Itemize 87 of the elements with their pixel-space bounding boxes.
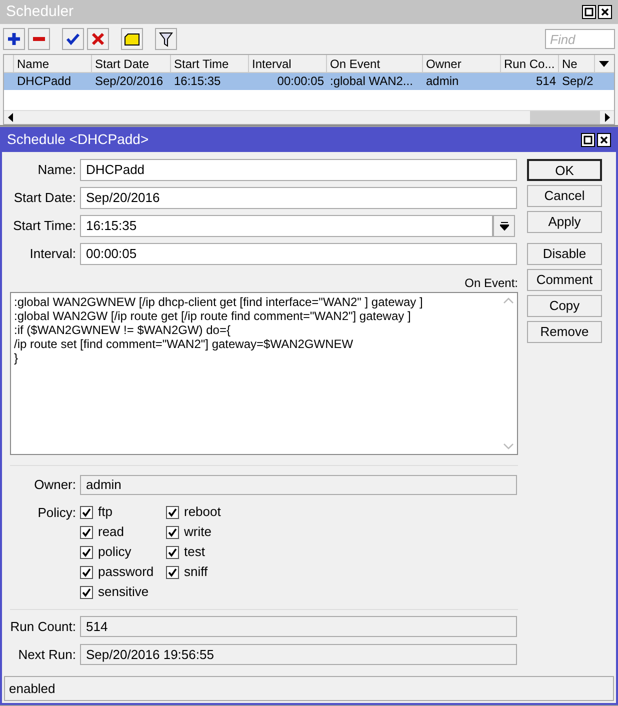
input-field[interactable]: Sep/20/2016 <box>80 187 517 209</box>
checkbox-label: sensitive <box>98 583 149 602</box>
field-label: Start Time: <box>12 217 76 236</box>
note-button[interactable] <box>121 28 143 50</box>
dialog-button[interactable]: Apply <box>527 211 602 233</box>
plus-button[interactable] <box>3 28 25 50</box>
checkbox[interactable] <box>80 506 93 518</box>
checkbox[interactable] <box>80 526 93 538</box>
checkbox[interactable] <box>166 566 179 578</box>
checkbox-label: read <box>98 523 124 542</box>
status-text: enabled <box>9 680 56 698</box>
table-cell-text: :global WAN2... <box>329 73 414 90</box>
check-button[interactable] <box>62 28 84 50</box>
checkbox-label: password <box>98 563 154 582</box>
field-label: Next Run: <box>17 646 76 664</box>
close-icon <box>598 5 612 19</box>
field-label: On Event: <box>464 276 518 290</box>
field-label: Name: <box>36 161 76 180</box>
readonly-field: 514 <box>80 616 517 637</box>
checkbox[interactable] <box>80 546 93 558</box>
field-label: Policy: <box>36 504 76 521</box>
checkbox[interactable] <box>80 566 93 578</box>
close-icon <box>597 132 611 146</box>
table-cell-text: admin <box>425 73 460 90</box>
checkbox-label: ftp <box>98 503 112 522</box>
horizontal-scrollbar[interactable] <box>4 110 614 124</box>
table-cell-text: Sep/2 <box>561 73 594 90</box>
scrollbar-thumb[interactable] <box>530 111 600 124</box>
column-header[interactable]: Start Date <box>92 55 171 72</box>
check-icon <box>66 32 80 46</box>
checkbox[interactable] <box>166 506 179 518</box>
checkbox[interactable] <box>166 546 179 558</box>
checkbox-label: write <box>184 523 212 542</box>
dialog-button[interactable]: Remove <box>527 321 602 343</box>
column-header[interactable]: Interval <box>249 55 327 72</box>
table-cell-text: DHCPadd <box>16 73 72 90</box>
note-icon <box>124 32 140 46</box>
column-header[interactable]: Ne <box>559 55 595 72</box>
input-field[interactable]: DHCPadd <box>80 159 517 181</box>
code-line: /ip route set [find comment="WAN2"] gateway=$WAN2GWNEW <box>14 337 354 351</box>
dialog-button[interactable]: OK <box>527 159 602 181</box>
find-field[interactable]: Find <box>545 29 615 49</box>
dialog-button[interactable]: Comment <box>527 269 602 291</box>
minus-button[interactable] <box>28 28 50 50</box>
code-line: :if ($WAN2GWNEW != $WAN2GW) do={ <box>14 323 232 337</box>
input-field[interactable]: 00:00:05 <box>80 243 517 265</box>
checkbox-label: test <box>184 543 205 562</box>
checkbox-label: sniff <box>184 563 208 582</box>
checkbox-label: reboot <box>184 503 221 522</box>
table-cell-text: 514 <box>534 73 557 90</box>
filter-icon <box>159 32 173 46</box>
code-line: } <box>14 351 20 365</box>
dialog-button[interactable]: Cancel <box>527 185 602 207</box>
input-field[interactable]: 16:15:35 <box>80 215 493 237</box>
code-line: :global WAN2GWNEW [/ip dhcp-client get [find interface="WAN2" ] gateway ] <box>14 295 424 309</box>
column-header[interactable]: On Event <box>327 55 423 72</box>
dropdown-button[interactable] <box>493 215 515 237</box>
readonly-field: Sep/20/2016 19:56:55 <box>80 644 517 665</box>
plus-icon <box>7 32 21 46</box>
column-header[interactable]: Start Time <box>171 55 249 72</box>
checkbox[interactable] <box>166 526 179 538</box>
readonly-field: admin <box>80 475 517 495</box>
cross-icon <box>91 32 105 46</box>
table-row[interactable]: DHCPadd Sep/20/2016 16:15:35 00:00:05 :global WAN2... admin 514 Sep/2 <box>4 73 614 90</box>
dialog-button[interactable]: Copy <box>527 295 602 317</box>
column-header[interactable]: Owner <box>423 55 501 72</box>
field-label: Owner: <box>33 476 76 494</box>
code-line: :global WAN2GW [/ip route get [/ip route find comment="WAN2"] gateway ] <box>14 309 412 323</box>
maximize-icon <box>582 5 596 19</box>
checkbox-label: policy <box>98 543 132 562</box>
field-label: Interval: <box>28 245 76 264</box>
column-header[interactable]: Name <box>14 55 92 72</box>
field-label: Run Count: <box>10 618 76 636</box>
column-header[interactable]: Run Co... <box>501 55 559 72</box>
table-cell-text: 00:00:05 <box>276 73 325 90</box>
dialog-title: Schedule <DHCPadd> <box>7 130 149 149</box>
script-editor[interactable] <box>10 292 518 455</box>
dropdown-icon <box>500 222 508 230</box>
maximize-icon <box>581 132 595 146</box>
dialog-button[interactable]: Disable <box>527 243 602 265</box>
cross-button[interactable] <box>87 28 109 50</box>
window-title: Scheduler <box>6 2 74 22</box>
field-label: Start Date: <box>12 189 76 208</box>
filter-button[interactable] <box>155 28 177 50</box>
checkbox[interactable] <box>80 586 93 598</box>
table-cell-text: 16:15:35 <box>173 73 222 90</box>
table-cell-text: Sep/20/2016 <box>94 73 164 90</box>
